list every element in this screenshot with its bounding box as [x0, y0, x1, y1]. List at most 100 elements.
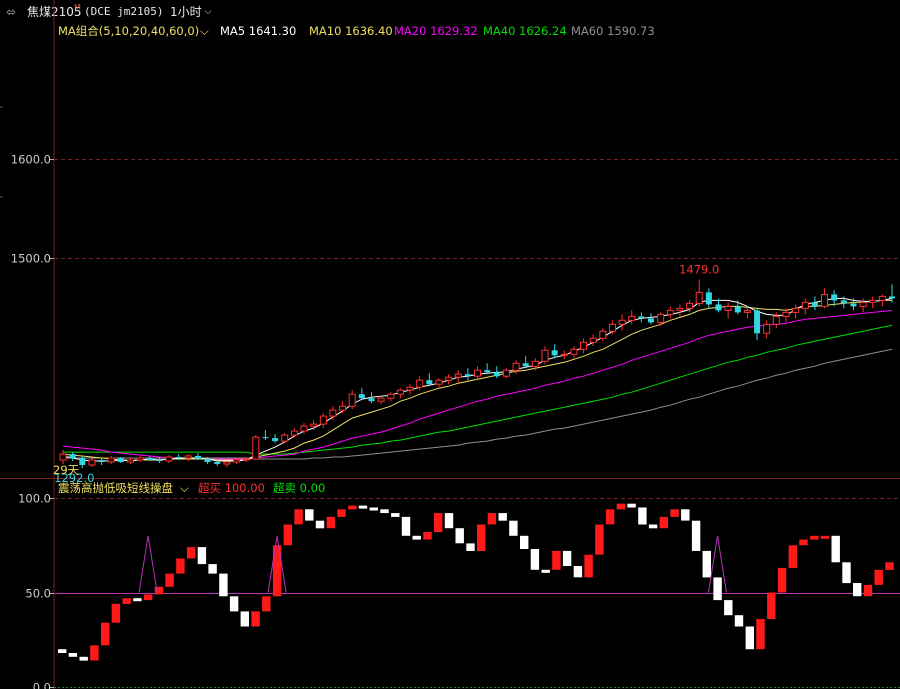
candle-down [175, 457, 182, 458]
candle-up [445, 376, 453, 381]
candle-up [329, 409, 337, 417]
candle-down [811, 302, 818, 307]
candle-down [734, 306, 741, 313]
candle-up [801, 301, 809, 309]
osc-bar-down [68, 653, 78, 657]
candle-up [686, 302, 694, 309]
candle-up [792, 307, 800, 313]
osc-bar-up [122, 598, 131, 604]
osc-bar-down [627, 503, 636, 508]
osc-bar-up [251, 611, 260, 627]
candle-up [290, 430, 298, 436]
osc-bar-down [133, 598, 142, 602]
osc-bar-down [197, 547, 207, 565]
osc-bar-down [58, 649, 67, 653]
candle-up [666, 309, 674, 315]
osc-bar-down [713, 577, 722, 601]
osc-bar-up [477, 524, 486, 551]
osc-bar-up [337, 509, 346, 517]
ma-legend-item: MA5 1641.30 [220, 24, 296, 38]
candle-up [281, 434, 289, 442]
osc-bar-down [831, 535, 840, 563]
candle-up [300, 425, 308, 432]
candle-up [609, 323, 616, 332]
candle-up [339, 405, 347, 411]
osc-bar-down [412, 535, 421, 540]
candle-down [146, 458, 153, 460]
osc-bar-up [820, 535, 830, 539]
candle-up [319, 415, 327, 425]
candle-down [715, 304, 722, 311]
osc-bar-down [358, 505, 368, 509]
osc-bar-down [702, 550, 711, 578]
osc-bar-up [111, 603, 121, 623]
osc-bar-down [648, 524, 658, 529]
osc-bar-up [487, 513, 497, 525]
candle-up [136, 457, 144, 461]
osc-bar-down [691, 520, 701, 551]
candle-up [580, 341, 587, 350]
candle-down [484, 370, 491, 373]
osc-bar-down [315, 520, 325, 529]
osc-bar-down [638, 507, 647, 525]
osc-bar-down [219, 573, 228, 597]
candle-up [242, 458, 250, 461]
osc-bar-up [186, 547, 196, 559]
ma-legend-item: MA10 1636.40 [309, 24, 393, 38]
chart-area[interactable]: 1600.01500.01479.01292.029天MA组合(5,10,20,… [0, 0, 900, 689]
candle-down [551, 350, 558, 356]
candle-up [59, 453, 67, 461]
osc-bar-up [348, 505, 357, 510]
candle-up [743, 309, 751, 313]
osc-bar-up [584, 554, 593, 578]
osc-bar-up [434, 513, 443, 532]
candle-up [252, 436, 260, 460]
candle-up [377, 397, 385, 402]
y-tick-label: 0.0 [33, 681, 51, 689]
osc-bar-up [326, 516, 335, 529]
candle-down [464, 374, 471, 377]
osc-bar-up [777, 567, 787, 593]
ma60-line [63, 348, 893, 460]
chevron-down-icon: ⌵ [200, 24, 209, 38]
candle-down [638, 316, 645, 319]
y-tick-label: 1500.0 [11, 252, 51, 266]
ma-legend-item: MA20 1629.32 [394, 24, 478, 38]
candle-down [522, 363, 529, 367]
osc-bar-up [90, 645, 99, 661]
osc-bar-up [799, 539, 808, 546]
y-tick-label: 100.0 [18, 492, 51, 506]
candle-up [657, 313, 665, 323]
osc-bar-up [788, 545, 797, 568]
osc-bar-up [283, 524, 292, 546]
candle-up [474, 369, 481, 377]
osc-bar-down [509, 520, 518, 536]
candle-up [396, 389, 404, 395]
candle-down [493, 372, 500, 377]
candle-down [358, 394, 365, 399]
osc-spike [138, 535, 158, 593]
osc-bar-down [208, 564, 217, 574]
candle-up [531, 360, 539, 367]
candle-down [705, 292, 712, 305]
osc-bar-down [305, 509, 314, 521]
candle-up [821, 293, 828, 307]
osc-bar-up [101, 622, 110, 646]
candle-up [618, 319, 626, 325]
candle-up [502, 369, 510, 377]
candle-down [69, 454, 76, 459]
candle-down [426, 380, 433, 385]
high-price-label: 1479.0 [679, 262, 719, 276]
candle-up [107, 457, 115, 463]
candle-up [772, 315, 780, 325]
osc-bar-down [401, 516, 411, 536]
candle-up [454, 373, 462, 378]
candle-down [214, 462, 221, 464]
candle-up [512, 362, 520, 371]
osc-bar-down [466, 543, 475, 551]
candle-up [724, 305, 732, 311]
osc-bar-down [724, 600, 733, 616]
candle-up [589, 337, 597, 343]
osc-bar-down [573, 566, 583, 578]
candle-up [570, 348, 578, 355]
